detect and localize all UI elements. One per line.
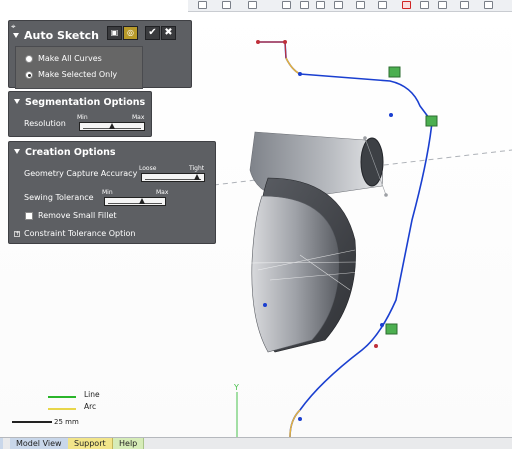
creation-header[interactable]: Creation Options [14, 147, 116, 158]
resolution-slider[interactable] [79, 122, 145, 131]
lock-button[interactable]: ▣ [107, 26, 122, 40]
accuracy-loose-label: Loose [139, 165, 157, 172]
make-all-curves-label: Make All Curves [38, 54, 102, 63]
creation-options-panel: Creation Options Geometry Capture Accura… [8, 141, 216, 244]
remove-small-fillet-label: Remove Small Fillet [38, 211, 117, 220]
legend-line-swatch [48, 396, 76, 398]
accuracy-tight-label: Tight [189, 165, 205, 172]
collapse-icon[interactable] [14, 99, 20, 104]
cancel-button[interactable]: ✖ [161, 26, 176, 40]
constraint-marker-icon[interactable] [425, 115, 438, 127]
constraint-tolerance-option[interactable]: Constraint Tolerance Option [24, 229, 135, 238]
geometry-accuracy-slider[interactable] [141, 173, 205, 182]
tab-model-view[interactable]: Model View [10, 438, 69, 449]
legend-line-label: Line [84, 390, 100, 399]
panel-title: Auto Sketch [24, 29, 100, 42]
sewing-max-label: Max [156, 189, 169, 196]
resolution-max-label: Max [132, 114, 145, 121]
y-axis-label: Y [233, 383, 239, 392]
preview-button[interactable]: ◎ [123, 26, 138, 40]
lock-icon: ▣ [110, 28, 119, 37]
bottom-tab-bar: Model View Support Help [0, 437, 512, 449]
make-selected-only-label: Make Selected Only [38, 70, 118, 79]
segmentation-title: Segmentation Options [25, 97, 146, 108]
segmentation-options-panel: Segmentation Options Resolution Min Max [8, 91, 152, 137]
check-icon: ✔ [148, 27, 157, 38]
slider-thumb[interactable] [194, 174, 200, 180]
creation-title: Creation Options [25, 147, 116, 158]
constraint-marker-icon[interactable] [388, 66, 401, 78]
slider-thumb[interactable] [109, 123, 115, 129]
expand-icon[interactable]: + [14, 231, 20, 237]
sewing-min-label: Min [102, 189, 113, 196]
resolution-label: Resolution [24, 119, 66, 128]
collapse-icon[interactable] [13, 33, 19, 38]
sewing-tolerance-label: Sewing Tolerance [24, 193, 94, 202]
legend-arc-label: Arc [84, 402, 97, 411]
curve-legend: Line Arc [12, 388, 100, 414]
sewing-tolerance-slider[interactable] [104, 197, 166, 206]
constraint-marker-icon[interactable] [385, 323, 398, 335]
scale-label: 25 mm [54, 418, 79, 426]
preview-icon: ◎ [127, 28, 134, 37]
resolution-min-label: Min [77, 114, 88, 121]
nozzle-opening [360, 137, 384, 187]
3d-viewport[interactable]: Y Line Arc 25 mm ⌖ Auto Sketch ▣ ◎ ✔ ✖ M… [0, 0, 512, 437]
geometry-accuracy-label: Geometry Capture Accuracy [24, 169, 138, 178]
ok-button[interactable]: ✔ [145, 26, 160, 40]
remove-small-fillet-checkbox[interactable] [25, 212, 33, 220]
tab-support[interactable]: Support [68, 438, 113, 449]
make-selected-only-radio[interactable] [25, 71, 33, 79]
close-icon: ✖ [164, 27, 173, 38]
auto-sketch-header[interactable]: Auto Sketch [13, 29, 99, 42]
make-all-curves-radio[interactable] [25, 55, 33, 63]
slider-thumb[interactable] [139, 198, 145, 204]
collapse-icon[interactable] [14, 149, 20, 154]
legend-arc-swatch [48, 408, 76, 410]
curve-mode-group: Make All Curves Make Selected Only [15, 46, 143, 89]
tab-help[interactable]: Help [113, 438, 145, 449]
segmentation-header[interactable]: Segmentation Options [14, 97, 145, 108]
